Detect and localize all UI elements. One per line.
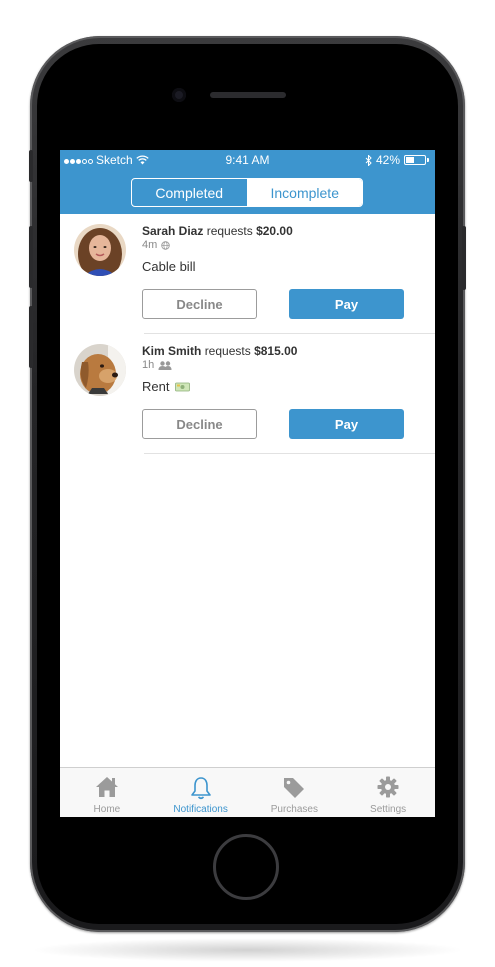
tab-bar: Home Notifications Purchases Settings xyxy=(60,767,435,817)
battery-icon xyxy=(404,155,426,165)
phone-shadow xyxy=(30,938,465,962)
bell-icon xyxy=(190,777,211,800)
tab-home-label: Home xyxy=(93,804,121,815)
home-button[interactable] xyxy=(213,834,279,900)
header: Sketch 9:41 AM 42% Completed Incomplete xyxy=(60,150,435,214)
request-amount: $20.00 xyxy=(256,224,293,238)
tab-incomplete[interactable]: Incomplete xyxy=(247,179,362,206)
avatar[interactable] xyxy=(74,344,126,396)
tab-notifications[interactable]: Notifications xyxy=(154,768,248,817)
tab-notifications-label: Notifications xyxy=(173,804,228,815)
pay-button[interactable]: Pay xyxy=(289,409,404,439)
earpiece-speaker xyxy=(210,92,286,98)
avatar[interactable] xyxy=(74,224,126,276)
globe-icon xyxy=(161,240,171,250)
home-icon xyxy=(95,777,118,797)
bluetooth-icon xyxy=(365,154,372,166)
tab-completed[interactable]: Completed xyxy=(132,179,248,206)
request-note: Rent xyxy=(142,379,191,394)
battery-tip xyxy=(427,158,429,162)
request-meta: 1h xyxy=(142,359,172,371)
request-item: Kim Smith requests $815.00 1h Rent Decli… xyxy=(60,334,435,454)
request-action: requests xyxy=(206,224,253,238)
tab-settings-label: Settings xyxy=(370,804,407,815)
request-time: 1h xyxy=(142,359,155,371)
request-meta: 4m xyxy=(142,239,171,251)
request-title: Sarah Diaz requests $20.00 xyxy=(142,224,293,238)
divider xyxy=(144,453,435,454)
gear-icon xyxy=(377,776,399,798)
mute-switch xyxy=(29,150,33,182)
request-note-text: Cable bill xyxy=(142,259,196,274)
request-list: Sarah Diaz requests $20.00 4m Cable bill… xyxy=(60,214,435,454)
front-camera xyxy=(172,88,186,102)
tab-settings[interactable]: Settings xyxy=(341,768,435,817)
request-time: 4m xyxy=(142,239,158,251)
volume-up-button xyxy=(29,226,33,288)
request-note-text: Rent xyxy=(142,379,170,394)
segmented-control: Completed Incomplete xyxy=(131,178,363,207)
decline-button[interactable]: Decline xyxy=(142,409,257,439)
status-bar: Sketch 9:41 AM 42% xyxy=(60,150,435,170)
volume-down-button xyxy=(29,306,33,368)
pay-button[interactable]: Pay xyxy=(289,289,404,319)
status-right: 42% xyxy=(365,153,429,167)
request-amount: $815.00 xyxy=(254,344,298,358)
battery-percent: 42% xyxy=(375,153,400,167)
request-action: requests xyxy=(204,344,251,358)
tab-purchases[interactable]: Purchases xyxy=(248,768,342,817)
money-icon xyxy=(175,382,191,391)
requester-name[interactable]: Sarah Diaz xyxy=(142,224,203,238)
tag-icon xyxy=(284,778,305,798)
request-title: Kim Smith requests $815.00 xyxy=(142,344,297,358)
tab-purchases-label: Purchases xyxy=(270,804,318,815)
tab-home[interactable]: Home xyxy=(60,768,154,817)
request-note: Cable bill xyxy=(142,259,195,274)
app-screen: Sketch 9:41 AM 42% Completed Incomplete xyxy=(60,150,435,817)
power-button xyxy=(462,226,466,290)
friends-icon xyxy=(158,360,172,370)
decline-button[interactable]: Decline xyxy=(142,289,257,319)
request-item: Sarah Diaz requests $20.00 4m Cable bill… xyxy=(60,214,435,334)
requester-name[interactable]: Kim Smith xyxy=(142,344,201,358)
